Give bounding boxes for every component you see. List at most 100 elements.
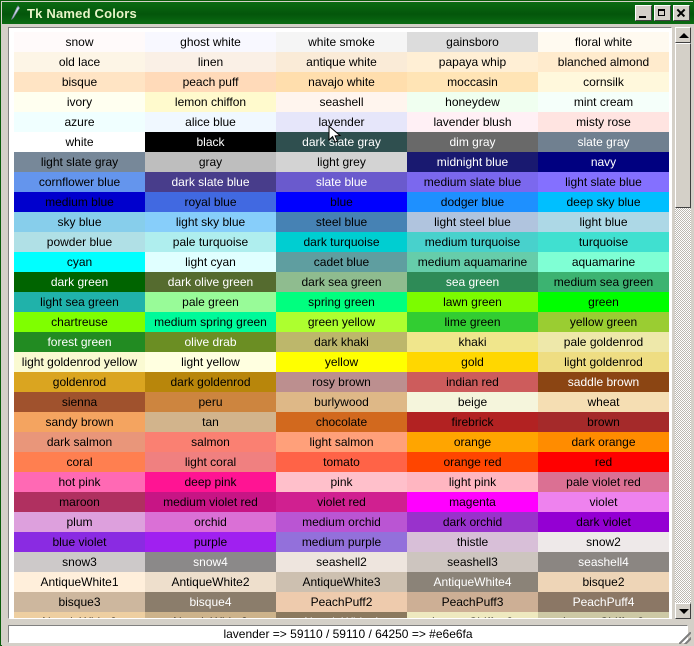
color-swatch[interactable]: green [538,292,669,312]
color-swatch[interactable]: AntiqueWhite1 [14,572,145,592]
color-swatch[interactable]: mint cream [538,92,669,112]
color-swatch[interactable]: tomato [276,452,407,472]
color-swatch[interactable]: light yellow [145,352,276,372]
color-swatch[interactable]: orchid [145,512,276,532]
color-swatch[interactable]: aquamarine [538,252,669,272]
color-swatch[interactable]: snow2 [538,532,669,552]
color-swatch[interactable]: dark khaki [276,332,407,352]
color-swatch[interactable]: black [145,132,276,152]
color-swatch[interactable]: dodger blue [407,192,538,212]
color-swatch[interactable]: sky blue [14,212,145,232]
color-swatch[interactable]: PeachPuff3 [407,592,538,612]
color-swatch[interactable]: rosy brown [276,372,407,392]
color-swatch[interactable]: hot pink [14,472,145,492]
color-swatch[interactable]: spring green [276,292,407,312]
color-swatch[interactable]: midnight blue [407,152,538,172]
color-swatch[interactable]: dark sea green [276,272,407,292]
color-swatch[interactable]: medium sea green [538,272,669,292]
color-swatch[interactable]: light cyan [145,252,276,272]
color-swatch[interactable]: magenta [407,492,538,512]
color-swatch[interactable]: dark goldenrod [145,372,276,392]
color-swatch[interactable]: bisque3 [14,592,145,612]
color-swatch[interactable]: violet red [276,492,407,512]
color-swatch[interactable]: medium slate blue [407,172,538,192]
color-swatch[interactable]: seashell [276,92,407,112]
color-swatch[interactable]: peru [145,392,276,412]
color-swatch[interactable]: medium spring green [145,312,276,332]
color-swatch[interactable]: turquoise [538,232,669,252]
color-swatch[interactable]: old lace [14,52,145,72]
color-swatch[interactable]: pale turquoise [145,232,276,252]
color-swatch[interactable]: royal blue [145,192,276,212]
color-swatch[interactable]: white [14,132,145,152]
color-swatch[interactable]: beige [407,392,538,412]
color-swatch[interactable]: cornsilk [538,72,669,92]
color-swatch[interactable]: salmon [145,432,276,452]
scroll-up-button[interactable] [675,27,691,43]
color-swatch[interactable]: deep sky blue [538,192,669,212]
color-swatch[interactable]: seashell4 [538,552,669,572]
close-button[interactable] [673,5,690,21]
color-swatch[interactable]: light blue [538,212,669,232]
color-swatch[interactable]: firebrick [407,412,538,432]
color-swatch[interactable]: thistle [407,532,538,552]
color-swatch[interactable]: medium orchid [276,512,407,532]
color-swatch[interactable]: maroon [14,492,145,512]
color-swatch[interactable]: LemonChiffon2 [407,612,538,618]
color-swatch[interactable]: light steel blue [407,212,538,232]
color-swatch[interactable]: cyan [14,252,145,272]
color-swatch[interactable]: dark olive green [145,272,276,292]
color-swatch[interactable]: gray [145,152,276,172]
color-swatch[interactable]: dark salmon [14,432,145,452]
color-swatch[interactable]: slate gray [538,132,669,152]
color-swatch[interactable]: bisque2 [538,572,669,592]
color-swatch[interactable]: chocolate [276,412,407,432]
color-swatch[interactable]: bisque4 [145,592,276,612]
color-swatch[interactable]: dark orchid [407,512,538,532]
color-swatch[interactable]: navajo white [276,72,407,92]
color-swatch[interactable]: plum [14,512,145,532]
color-swatch[interactable]: PeachPuff2 [276,592,407,612]
color-swatch[interactable]: dark green [14,272,145,292]
color-swatch[interactable]: lavender [276,112,407,132]
color-swatch[interactable]: snow [14,32,145,52]
color-swatch[interactable]: snow3 [14,552,145,572]
vertical-scrollbar[interactable] [675,27,691,619]
color-swatch[interactable]: AntiqueWhite4 [407,572,538,592]
color-swatch[interactable]: pale green [145,292,276,312]
color-swatch[interactable]: dark turquoise [276,232,407,252]
color-swatch[interactable]: dark slate blue [145,172,276,192]
color-swatch[interactable]: light goldenrod yellow [14,352,145,372]
color-swatch[interactable]: light coral [145,452,276,472]
color-swatch[interactable]: NavajoWhite4 [276,612,407,618]
color-swatch[interactable]: violet [538,492,669,512]
color-swatch[interactable]: bisque [14,72,145,92]
color-swatch[interactable]: AntiqueWhite3 [276,572,407,592]
color-swatch[interactable]: ivory [14,92,145,112]
color-swatch[interactable]: peach puff [145,72,276,92]
color-swatch[interactable]: gold [407,352,538,372]
color-swatch[interactable]: medium aquamarine [407,252,538,272]
color-swatch[interactable]: ghost white [145,32,276,52]
color-swatch[interactable]: green yellow [276,312,407,332]
color-swatch[interactable]: pale goldenrod [538,332,669,352]
color-swatch[interactable]: LemonChiffon3 [538,612,669,618]
color-swatch[interactable]: azure [14,112,145,132]
color-swatch[interactable]: light salmon [276,432,407,452]
color-swatch[interactable]: coral [14,452,145,472]
color-swatch[interactable]: medium blue [14,192,145,212]
color-swatch[interactable]: light sea green [14,292,145,312]
color-swatch[interactable]: orange red [407,452,538,472]
color-swatch[interactable]: light slate gray [14,152,145,172]
color-swatch[interactable]: pale violet red [538,472,669,492]
color-swatch[interactable]: dim gray [407,132,538,152]
color-swatch[interactable]: burlywood [276,392,407,412]
scrollbar-thumb[interactable] [675,43,691,208]
color-swatch[interactable]: forest green [14,332,145,352]
color-swatch[interactable]: steel blue [276,212,407,232]
color-swatch[interactable]: light pink [407,472,538,492]
color-swatch[interactable]: saddle brown [538,372,669,392]
color-swatch[interactable]: light grey [276,152,407,172]
color-swatch[interactable]: cornflower blue [14,172,145,192]
color-swatch[interactable]: dark violet [538,512,669,532]
